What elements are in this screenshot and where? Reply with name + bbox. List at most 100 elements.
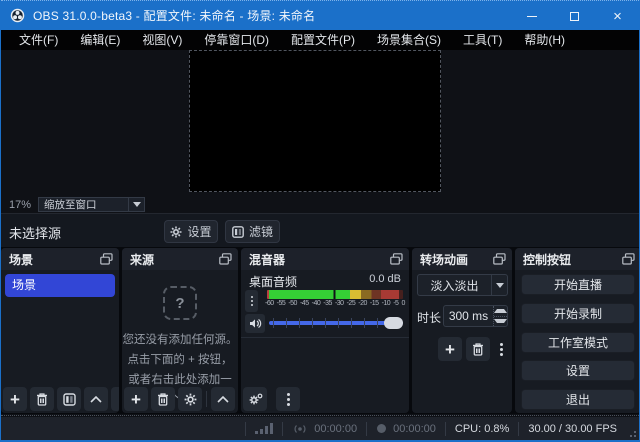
meter-scale: -60-55-50-45-40-35-30-25-20-15-10-50	[265, 300, 405, 307]
source-filters-label: 滤镜	[249, 223, 273, 240]
settings-button[interactable]: 设置	[521, 360, 635, 381]
sources-toolbar: +	[124, 387, 238, 411]
popout-dock-icon[interactable]	[622, 253, 635, 265]
move-scene-up-button[interactable]	[84, 387, 108, 411]
status-bar: 00:00:00 00:00:00 CPU: 0.8% 30.00 / 30.0…	[1, 417, 639, 440]
resize-grip[interactable]	[623, 424, 637, 438]
zoom-dropdown-arrow	[128, 198, 144, 211]
chevron-down-icon	[496, 283, 504, 288]
status-separator	[245, 422, 246, 436]
mute-button[interactable]	[245, 314, 265, 333]
gear-icon	[170, 226, 182, 238]
scenes-toolbar: +	[3, 387, 119, 411]
spin-up-button[interactable]	[494, 306, 507, 316]
plus-icon: +	[131, 391, 141, 408]
controls-title: 控制按钮	[515, 251, 571, 268]
remove-transition-button[interactable]	[466, 337, 490, 361]
chevron-down-icon	[133, 202, 141, 207]
source-settings-button[interactable]: 设置	[164, 220, 218, 243]
sources-header: 来源	[122, 248, 238, 270]
menu-bar: 文件(F) 编辑(E) 视图(V) 停靠窗口(D) 配置文件(P) 场景集合(S…	[1, 30, 639, 50]
scene-filters-button[interactable]	[57, 387, 81, 411]
dock-splitter[interactable]	[1, 415, 639, 416]
advanced-audio-button[interactable]	[243, 387, 267, 411]
channel-level: 0.0 dB	[369, 273, 401, 290]
popout-dock-icon[interactable]	[219, 253, 232, 265]
cpu-usage: CPU: 0.8%	[455, 423, 509, 435]
menu-tools[interactable]: 工具(T)	[452, 30, 513, 50]
transition-value: 淡入淡出	[418, 277, 491, 294]
transition-dropdown[interactable]: 淡入淡出	[417, 274, 508, 296]
add-transition-button[interactable]: +	[438, 337, 462, 361]
filters-icon	[232, 226, 244, 238]
controls-header: 控制按钮	[515, 248, 640, 270]
trash-icon	[157, 393, 169, 406]
menu-help[interactable]: 帮助(H)	[513, 30, 576, 50]
scene-list-item-selected[interactable]: 场景	[5, 274, 115, 297]
preview-canvas[interactable]	[189, 50, 441, 192]
broadcast-icon	[292, 423, 308, 435]
menu-view[interactable]: 视图(V)	[131, 30, 193, 50]
popout-dock-icon[interactable]	[100, 253, 113, 265]
transitions-title: 转场动画	[412, 251, 468, 268]
volume-slider[interactable]	[269, 314, 403, 332]
obs-main-window: OBS 31.0.0-beta3 - 配置文件: 未命名 - 场景: 未命名 ×…	[0, 0, 640, 442]
duration-value: 300 ms	[444, 306, 493, 326]
mixer-header: 混音器	[241, 248, 409, 270]
menu-docks[interactable]: 停靠窗口(D)	[193, 30, 280, 50]
source-properties-button[interactable]	[178, 387, 202, 411]
zoom-mode-dropdown[interactable]: 缩放至窗口	[38, 197, 145, 212]
preview-area: 17% 缩放至窗口	[1, 50, 639, 213]
scenes-dock: 场景 场景 +	[1, 248, 119, 413]
channel-menu-button[interactable]	[245, 290, 258, 312]
remove-source-button[interactable]	[151, 387, 175, 411]
popout-dock-icon[interactable]	[493, 253, 506, 265]
remove-scene-button[interactable]	[30, 387, 54, 411]
close-button[interactable]: ×	[596, 1, 639, 31]
window-title: OBS 31.0.0-beta3 - 配置文件: 未命名 - 场景: 未命名	[33, 7, 315, 24]
speaker-icon	[249, 318, 262, 329]
preview-zoom-row: 17% 缩放至窗口	[1, 196, 639, 213]
source-toolbar: 未选择源 设置 滤镜	[1, 213, 639, 247]
exit-button[interactable]: 退出	[521, 389, 635, 410]
studio-mode-button[interactable]: 工作室模式	[521, 332, 635, 353]
zoom-mode-value: 缩放至窗口	[39, 197, 128, 212]
maximize-button[interactable]	[553, 1, 596, 31]
start-recording-button[interactable]: 开始录制	[521, 303, 635, 324]
transition-properties-button[interactable]	[494, 337, 509, 361]
maximize-icon	[570, 12, 579, 21]
duration-spinbox[interactable]: 300 ms	[443, 305, 508, 327]
chevron-up-icon	[217, 396, 229, 403]
kebab-icon	[500, 343, 503, 356]
duration-label: 时长	[417, 309, 441, 326]
scenes-more-button[interactable]	[111, 387, 119, 411]
status-separator	[445, 422, 446, 436]
plus-icon: +	[10, 391, 20, 408]
empty-sources-icon: ?	[163, 286, 197, 320]
fps-indicator: 30.00 / 30.00 FPS	[528, 423, 617, 435]
source-filters-button[interactable]: 滤镜	[225, 220, 280, 243]
add-source-button[interactable]: +	[124, 387, 148, 411]
popout-dock-icon[interactable]	[390, 253, 403, 265]
menu-scene-collection[interactable]: 场景集合(S)	[366, 30, 452, 50]
menu-profile[interactable]: 配置文件(P)	[280, 30, 366, 50]
volume-handle[interactable]	[384, 317, 403, 329]
spin-down-button[interactable]	[494, 316, 507, 327]
transitions-toolbar: +	[438, 337, 509, 361]
minimize-button[interactable]	[510, 1, 553, 31]
status-separator	[282, 422, 283, 436]
add-scene-button[interactable]: +	[3, 387, 27, 411]
menu-file[interactable]: 文件(F)	[8, 30, 69, 50]
trash-icon	[36, 393, 48, 406]
start-streaming-button[interactable]: 开始直播	[521, 274, 635, 295]
hint-line-2: 点击下面的 + 按钮，	[122, 350, 238, 370]
stream-timer: 00:00:00	[314, 423, 357, 435]
channel-name: 桌面音频	[249, 273, 297, 290]
no-source-label: 未选择源	[9, 223, 61, 242]
mixer-more-button[interactable]	[276, 387, 300, 411]
menu-edit[interactable]: 编辑(E)	[69, 30, 131, 50]
status-separator	[366, 422, 367, 436]
kebab-icon	[251, 296, 253, 306]
mixer-dock: 混音器 桌面音频 0.0 dB -60-55-50-45-40-35-30-25…	[241, 248, 409, 413]
move-source-up-button[interactable]	[211, 387, 235, 411]
